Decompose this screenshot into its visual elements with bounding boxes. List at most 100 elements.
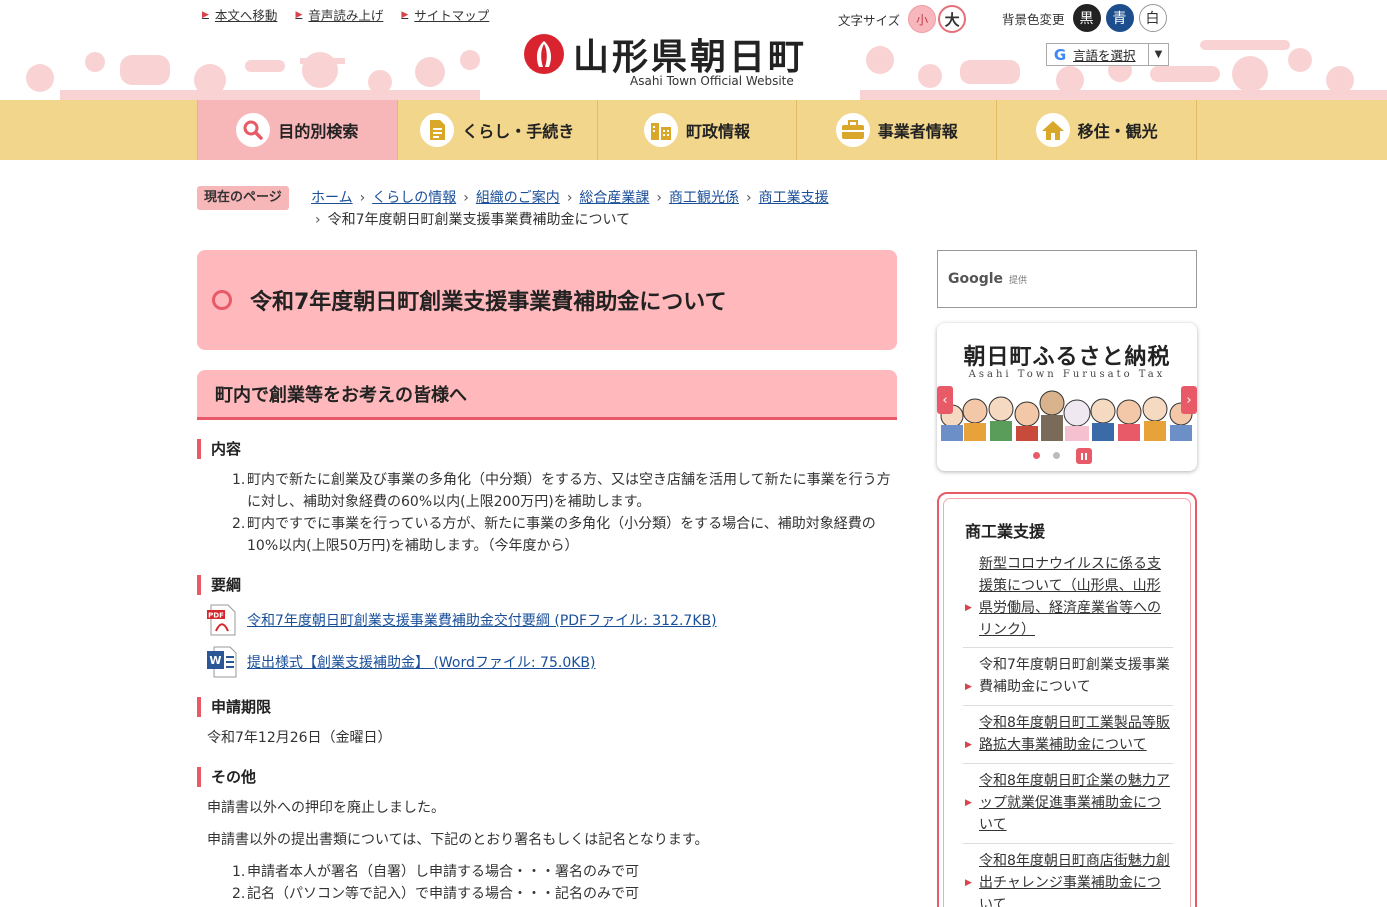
banner-prev-button[interactable]: ‹ — [937, 386, 953, 414]
side-menu-current: 令和7年度朝日町創業支援事業費補助金について — [979, 657, 1170, 695]
banner-subtitle: Asahi Town Furusato Tax — [968, 369, 1166, 380]
side-menu-item: ▶ 令和8年度朝日町企業の魅力アップ就業促進事業補助金について — [963, 763, 1173, 842]
triangle-icon: ▶ — [965, 798, 972, 808]
font-size-control: 文字サイズ 小 大 — [838, 5, 967, 33]
search-provided-label: 提供 — [1009, 275, 1028, 286]
chevron-right-icon: › — [463, 190, 469, 206]
content-list: 1. 町内で新たに創業及び事業の多角化（中分類）をする方、又は空き店舗を活用して新… — [232, 469, 897, 557]
logo-subtitle: Asahi Town Official Website — [630, 74, 794, 88]
chevron-right-icon: › — [359, 190, 366, 206]
skip-to-content-link[interactable]: ▶ 本文へ移動 — [202, 5, 277, 24]
nav-item-living[interactable]: くらし・手続き — [398, 100, 598, 160]
breadcrumb-commerce-support[interactable]: 商工業支援 — [759, 190, 829, 206]
side-menu-link-shopping-street[interactable]: 令和8年度朝日町商店街魅力創出チャレンジ事業補助金について — [979, 853, 1170, 907]
town-emblem-icon — [524, 34, 564, 74]
furusato-tax-banner[interactable]: 朝日町ふるさと納税 Asahi Town Furusato Tax ‹ › — [937, 323, 1197, 471]
list-item: 1. 町内で新たに創業及び事業の多角化（中分類）をする方、又は空き店舗を活用して新… — [232, 472, 891, 510]
list-item: 2. 町内ですでに事業を行っている方が、新たに事業の多角化（小分類）をする場合に、… — [232, 516, 876, 554]
pdf-file-row: PDF 令和7年度朝日町創業支援事業費補助金交付要綱 (PDFファイル: 312… — [206, 604, 717, 636]
banner-illustration — [940, 390, 1193, 441]
breadcrumb-commerce-tourism[interactable]: 商工観光係 — [669, 190, 739, 206]
banner-next-button[interactable]: › — [1181, 386, 1197, 414]
section-heading-box: 町内で創業等をお考えの皆様へ — [197, 370, 897, 420]
search-icon — [236, 113, 271, 147]
banner-dot-1[interactable] — [1033, 452, 1040, 459]
page-title-box: 令和7年度朝日町創業支援事業費補助金について — [197, 250, 897, 350]
svg-text:W: W — [209, 654, 221, 667]
read-aloud-link[interactable]: ▶ 音声読み上げ — [295, 5, 383, 24]
chevron-down-icon: ▼ — [1148, 44, 1168, 65]
google-logo: Google — [948, 271, 1004, 287]
word-icon: W — [207, 646, 237, 678]
nav-item-business[interactable]: 事業者情報 — [797, 100, 998, 160]
logo-text: 山形県朝日町 — [573, 36, 808, 78]
side-menu: 商工業支援 ▶ 新型コロナウイルスに係る支援策について（山形県、山形県労働局、経… — [937, 492, 1197, 907]
other-paragraph-1: 申請書以外への押印を廃止しました。 — [207, 800, 445, 816]
side-menu-link-industrial[interactable]: 令和8年度朝日町工業製品等販路拡大事業補助金について — [979, 715, 1170, 753]
font-large-button[interactable]: 大 — [938, 5, 967, 33]
global-nav: 目的別検索 くらし・手続き 町政情報 事業者情報 移住・観光 — [0, 100, 1387, 160]
word-download-link[interactable]: 提出様式【創業支援補助金】 (Wordファイル: 75.0KB) — [247, 652, 595, 672]
outline-heading: 要綱 — [197, 575, 241, 595]
pdf-download-link[interactable]: 令和7年度朝日町創業支援事業費補助金交付要綱 (PDFファイル: 312.7KB… — [247, 610, 717, 630]
svg-text:PDF: PDF — [208, 612, 224, 620]
language-select[interactable]: G 言語を選択 ▼ — [1046, 43, 1169, 66]
background-color-control: 背景色変更 黒 青 白 — [1002, 4, 1167, 32]
content-heading: 内容 — [197, 439, 241, 459]
list-item: 2. 記名（パソコン等で記入）で申請する場合・・・記名のみで可 — [232, 886, 639, 902]
page-title: 令和7年度朝日町創業支援事業費補助金について — [250, 290, 727, 315]
nav-item-label: くらし・手続き — [462, 122, 575, 141]
nav-item-label: 事業者情報 — [877, 122, 958, 141]
section-heading: 町内で創業等をお考えの皆様へ — [215, 384, 467, 406]
breadcrumb-home[interactable]: ホーム — [311, 190, 353, 206]
site-header: ▶ 本文へ移動 ▶ 音声読み上げ ▶ サイトマップ 山形県朝日町 Asahi Town… — [0, 0, 1387, 100]
other-list: 1. 申請者本人が署名（自署）し申請する場合・・・署名のみで可 2. 記名（パソコン… — [232, 861, 897, 905]
site-logo[interactable]: 山形県朝日町 — [523, 28, 807, 80]
chevron-right-icon: › — [656, 190, 663, 206]
nav-item-label: 移住・観光 — [1077, 122, 1158, 141]
breadcrumb-living-info[interactable]: くらしの情報 — [372, 190, 456, 206]
sitemap-link[interactable]: ▶ サイトマップ — [401, 5, 489, 24]
breadcrumb-industry-dept[interactable]: 総合産業課 — [579, 190, 649, 206]
triangle-icon: ▶ — [295, 9, 303, 20]
side-menu-item: ▶ 新型コロナウイルスに係る支援策について（山形県、山形県労働局、経済産業省等へ… — [963, 547, 1173, 647]
language-select-label: 言語を選択 — [1073, 48, 1136, 63]
triangle-icon: ▶ — [965, 682, 972, 692]
triangle-icon: ▶ — [965, 603, 972, 613]
side-menu-link-employment[interactable]: 令和8年度朝日町企業の魅力アップ就業促進事業補助金について — [979, 773, 1170, 833]
period-heading: 申請期限 — [197, 697, 271, 717]
nav-item-label: 目的別検索 — [278, 122, 359, 141]
font-small-button[interactable]: 小 — [908, 5, 937, 33]
document-icon — [420, 113, 455, 147]
breadcrumb-organization[interactable]: 組織のご案内 — [476, 190, 560, 206]
bg-blue-button[interactable]: 青 — [1105, 4, 1134, 32]
circle-icon — [212, 290, 232, 310]
font-size-label: 文字サイズ — [838, 12, 901, 28]
triangle-icon: ▶ — [965, 878, 972, 888]
breadcrumb-current: › 令和7年度朝日町創業支援事業費補助金について — [315, 212, 631, 228]
side-menu-link-corona[interactable]: 新型コロナウイルスに係る支援策について（山形県、山形県労働局、経済産業省等へのリ… — [979, 556, 1161, 638]
chevron-right-icon: › — [746, 190, 752, 206]
breadcrumb-list: ホーム › くらしの情報 › 組織のご案内 › 総合産業課 › 商工観光係 › 商工業支援 — [311, 187, 911, 209]
skip-links: ▶ 本文へ移動 ▶ 音声読み上げ ▶ サイトマップ — [202, 5, 489, 24]
nav-item-label: 町政情報 — [685, 122, 750, 141]
google-g-icon: G — [1053, 45, 1067, 64]
other-heading: その他 — [197, 767, 256, 787]
pause-icon[interactable] — [1076, 448, 1092, 464]
banner-dot-2[interactable] — [1053, 452, 1060, 459]
briefcase-icon — [835, 113, 870, 147]
home-icon — [1035, 113, 1070, 147]
nav-item-town-info[interactable]: 町政情報 — [598, 100, 798, 160]
side-menu-item: ▶ 令和7年度朝日町創業支援事業費補助金について — [963, 647, 1173, 704]
nav-item-migration-tourism[interactable]: 移住・観光 — [997, 100, 1197, 160]
breadcrumb-label: 現在のページ — [197, 186, 289, 210]
bg-black-button[interactable]: 黒 — [1072, 4, 1101, 32]
period-text: 令和7年12月26日（金曜日） — [207, 730, 392, 746]
triangle-icon: ▶ — [965, 740, 972, 750]
bg-white-button[interactable]: 白 — [1138, 4, 1167, 32]
banner-title: 朝日町ふるさと納税 — [963, 344, 1171, 370]
chevron-right-icon: › — [315, 212, 321, 228]
site-search-input[interactable]: Google 提供 — [937, 250, 1197, 308]
side-menu-item: ▶ 令和8年度朝日町工業製品等販路拡大事業補助金について — [963, 705, 1173, 762]
nav-item-purpose-search[interactable]: 目的別検索 — [198, 100, 398, 160]
